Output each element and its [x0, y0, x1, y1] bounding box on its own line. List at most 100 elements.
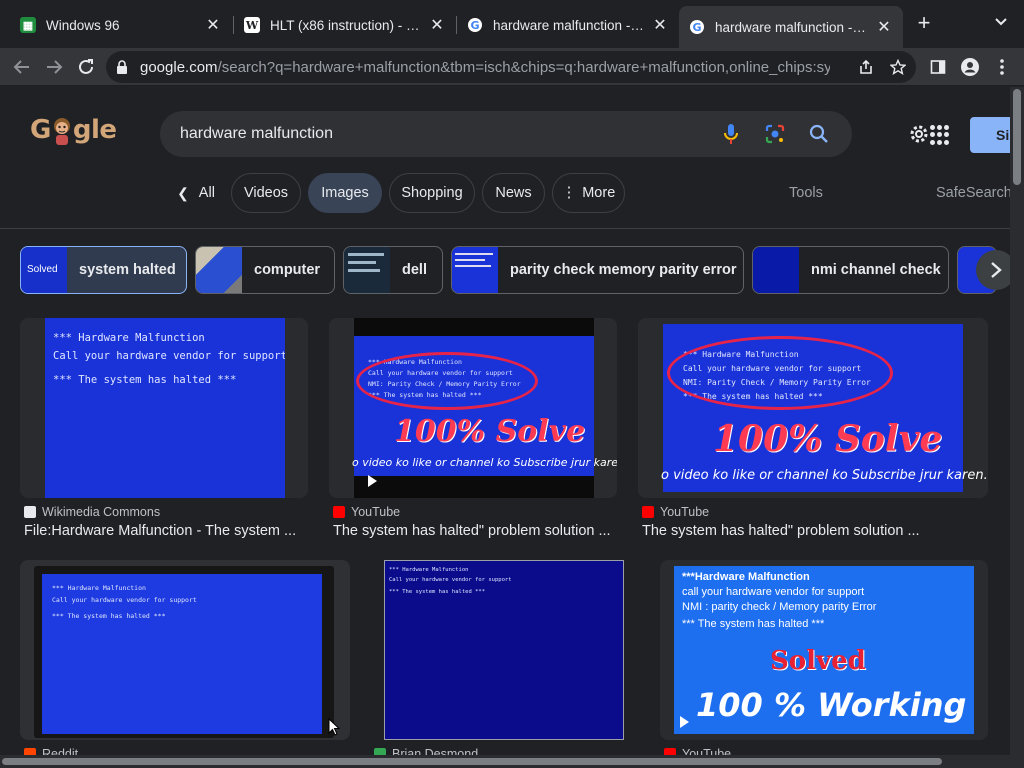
url-path: /search?q=hardware+malfunction&tbm=isch&…: [217, 58, 830, 76]
close-icon[interactable]: ✕: [428, 15, 446, 35]
result-source-label: YouTube: [351, 505, 401, 519]
horizontal-scrollbar[interactable]: [0, 755, 1010, 768]
side-panel-icon[interactable]: [924, 53, 952, 81]
profile-icon[interactable]: [956, 53, 984, 81]
image-result-thumbnail[interactable]: *** Hardware Malfunction Call your hardw…: [638, 318, 988, 498]
svg-text:G: G: [470, 19, 479, 32]
screen-line: NMI : parity check / Memory parity Error: [682, 601, 877, 613]
share-icon[interactable]: [855, 56, 877, 78]
result-source[interactable]: YouTube: [664, 747, 731, 755]
chip-thumbnail: [753, 247, 799, 293]
more-vert-icon: ⋮: [561, 185, 577, 201]
close-icon[interactable]: ✕: [204, 15, 222, 35]
bsod-screen: *** Hardware Malfunction Call your hardw…: [42, 574, 322, 734]
doodle-face-icon: [53, 117, 70, 145]
screen-line: *** Hardware Malfunction: [52, 584, 146, 592]
tab-search-chevron-icon[interactable]: [990, 14, 1012, 36]
bookmark-star-icon[interactable]: [887, 56, 909, 78]
result-source[interactable]: Wikimedia Commons: [24, 505, 160, 519]
result-source[interactable]: YouTube: [642, 505, 709, 519]
screen-line: call your hardware vendor for support: [682, 586, 865, 598]
image-result-thumbnail[interactable]: *** Hardware Malfunction Call your hardw…: [329, 318, 617, 498]
wikimedia-icon: [24, 506, 36, 518]
result-source[interactable]: Reddit: [24, 747, 78, 755]
horizontal-scroll-thumb[interactable]: [2, 758, 942, 765]
logo-letter-g: G: [30, 115, 51, 145]
related-chip-parity-check[interactable]: parity check memory parity error: [451, 246, 744, 294]
chip-thumbnail: [452, 247, 498, 293]
close-icon[interactable]: ✕: [875, 17, 893, 37]
google-doodle-logo[interactable]: Ggle: [30, 115, 117, 146]
result-source-label: YouTube: [660, 505, 710, 519]
tab-all[interactable]: ❮ All: [168, 173, 224, 213]
chip-label: parity check memory parity error: [510, 262, 737, 278]
svg-text:G: G: [692, 21, 701, 34]
search-box[interactable]: hardware malfunction: [160, 111, 852, 157]
tab-shopping[interactable]: Shopping: [389, 173, 475, 213]
google-icon: G: [689, 19, 705, 35]
related-chip-computer[interactable]: computer: [195, 246, 335, 294]
tab-more[interactable]: ⋮ More: [552, 173, 625, 213]
related-chip-dell[interactable]: dell: [343, 246, 443, 294]
result-source-label: YouTube: [682, 747, 732, 755]
chevron-right-icon[interactable]: [976, 250, 1010, 290]
screen-line: *** Hardware Malfunction: [389, 567, 469, 573]
logo-letters-gle: gle: [72, 115, 117, 145]
related-chip-system-halted[interactable]: Solved system halted: [20, 246, 187, 294]
tab-images[interactable]: Images: [308, 173, 382, 213]
new-tab-icon[interactable]: +: [912, 12, 936, 36]
wikipedia-icon: W: [244, 17, 260, 33]
result-title[interactable]: The system has halted" problem solution …: [642, 523, 920, 539]
chip-thumb-text: Solved: [27, 264, 58, 275]
search-magnifier-icon[interactable]: [806, 121, 832, 147]
image-result-thumbnail[interactable]: *** Hardware Malfunction Call your hardw…: [370, 560, 640, 740]
tab-windows96[interactable]: ▦ Windows 96 ✕: [10, 8, 232, 42]
lock-icon[interactable]: [116, 60, 132, 74]
tab-title: HLT (x86 instruction) - Wik: [270, 17, 422, 33]
video-frame: *** Hardware Malfunction Call your hardw…: [352, 318, 617, 498]
forward-icon[interactable]: [40, 53, 68, 81]
tab-news[interactable]: News: [482, 173, 545, 213]
lens-camera-icon[interactable]: [762, 121, 788, 147]
tools-button[interactable]: Tools: [789, 185, 823, 201]
back-icon[interactable]: [8, 53, 36, 81]
close-icon[interactable]: ✕: [651, 15, 669, 35]
browser-menu-icon[interactable]: [988, 53, 1016, 81]
highlight-circle: [667, 336, 893, 410]
settings-gear-icon[interactable]: [908, 123, 932, 147]
tab-videos[interactable]: Videos: [231, 173, 301, 213]
tab-strip: ▦ Windows 96 ✕ W HLT (x86 instruction) -…: [0, 0, 1024, 48]
screen-line: *** The system has halted ***: [52, 612, 166, 620]
voice-search-mic-icon[interactable]: [718, 121, 744, 147]
tab-all-label: All: [198, 185, 215, 201]
result-source[interactable]: YouTube: [333, 505, 400, 519]
site-favicon-icon: [374, 748, 386, 755]
chip-thumbnail: [196, 247, 242, 293]
image-result-thumbnail[interactable]: *** Hardware Malfunction Call your hardw…: [20, 560, 350, 740]
tab-title: hardware malfunction - Goo: [715, 19, 869, 35]
reddit-icon: [24, 748, 36, 755]
screen-line: Call your hardware vendor for support: [53, 350, 285, 362]
tab-google-search-active[interactable]: G hardware malfunction - Goo ✕: [679, 6, 903, 48]
related-chip-nmi-channel-check[interactable]: nmi channel check: [752, 246, 949, 294]
sign-in-button[interactable]: Si: [970, 117, 1010, 153]
search-input[interactable]: hardware malfunction: [180, 125, 718, 143]
overlay-text: Solved: [770, 646, 866, 676]
vertical-scrollbar[interactable]: [1010, 87, 1024, 755]
safesearch-button[interactable]: SafeSearch: [936, 185, 1010, 201]
result-title[interactable]: The system has halted" problem solution …: [333, 523, 611, 539]
result-source[interactable]: Brian Desmond: [374, 747, 478, 755]
google-apps-grid-icon[interactable]: [930, 125, 950, 145]
play-icon: [680, 716, 689, 728]
image-result-thumbnail[interactable]: *** Hardware Malfunction Call your hardw…: [20, 318, 308, 498]
tab-google-search-1[interactable]: G hardware malfunction - Goo ✕: [457, 8, 679, 42]
reload-icon[interactable]: [72, 53, 100, 81]
image-result-thumbnail[interactable]: ***Hardware Malfunction call your hardwa…: [660, 560, 988, 740]
result-title[interactable]: File:Hardware Malfunction - The system .…: [24, 523, 296, 539]
screen-line: *** The system has halted ***: [389, 589, 486, 595]
vertical-scroll-thumb[interactable]: [1013, 89, 1021, 185]
tab-hlt-wikipedia[interactable]: W HLT (x86 instruction) - Wik ✕: [234, 8, 456, 42]
screen-line: Call your hardware vendor for support: [389, 577, 512, 583]
bsod-screen: *** Hardware Malfunction Call your hardw…: [45, 318, 285, 498]
address-bar[interactable]: google.com/search?q=hardware+malfunction…: [106, 51, 916, 83]
